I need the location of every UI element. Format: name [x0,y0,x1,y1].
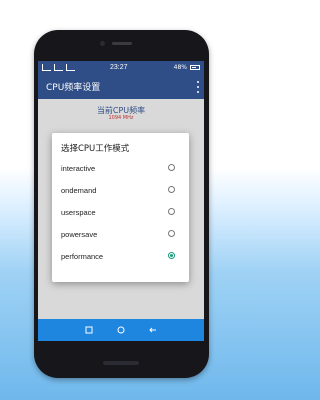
status-icons-left [42,64,75,71]
status-icons-right: 48% [174,64,200,71]
back-icon[interactable] [148,325,158,335]
radio-button[interactable] [168,208,175,215]
radio-button-selected[interactable] [168,252,175,259]
camera-icon [100,41,105,46]
app-bar: CPU频率设置 [38,75,204,99]
current-frequency-value: 1094 MHz [108,115,134,121]
wifi-icon [66,64,75,71]
signal-icon [54,64,63,71]
signal-icon [42,64,51,71]
home-icon[interactable] [116,325,126,335]
option-interactive[interactable]: interactive [52,160,189,178]
option-label: ondemand [61,186,97,195]
option-label: interactive [61,164,96,173]
overflow-menu-icon[interactable] [197,81,200,93]
navigation-bar [38,319,204,341]
recent-apps-icon[interactable] [84,325,94,335]
battery-icon [190,65,200,70]
option-label: performance [61,252,104,261]
option-userspace[interactable]: userspace [52,204,189,222]
radio-button[interactable] [168,164,175,171]
cpu-mode-dialog: 选择CPU工作模式 interactive ondemand userspace… [52,133,189,282]
status-time: 23:27 [110,64,128,71]
radio-button[interactable] [168,230,175,237]
speaker-grille [112,42,132,45]
phone-screen: 23:27 48% CPU频率设置 当前CPU频率 1094 MHz 选择CPU… [38,61,204,341]
page-title: CPU频率设置 [46,83,101,93]
phone-bottom-grille [103,361,139,365]
dialog-title: 选择CPU工作模式 [61,144,130,154]
battery-percent: 48% [173,64,187,71]
status-bar: 23:27 48% [38,61,204,75]
option-powersave[interactable]: powersave [52,226,189,244]
option-ondemand[interactable]: ondemand [52,182,189,200]
option-label: userspace [61,208,96,217]
option-label: powersave [61,230,98,239]
radio-button[interactable] [168,186,175,193]
option-performance[interactable]: performance [52,248,189,266]
